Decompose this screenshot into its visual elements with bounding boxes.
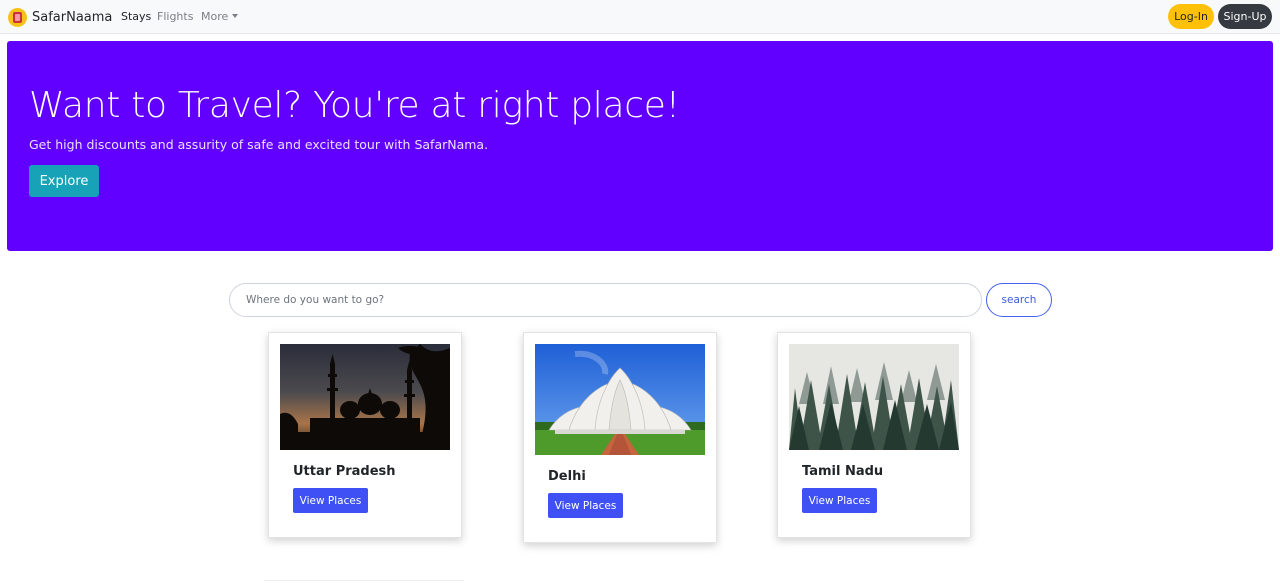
luggage-icon (8, 7, 27, 27)
card-title: Uttar Pradesh (293, 464, 396, 479)
destination-card-tamil-nadu: Tamil Nadu View Places (777, 332, 971, 538)
caret-down-icon (232, 14, 239, 18)
navbar: SafarNaama Stays Flights More Log-In Sig… (0, 0, 1280, 34)
view-places-button[interactable]: View Places (802, 488, 877, 513)
nav-dropdown-more-label: More (201, 10, 229, 23)
view-places-button[interactable]: View Places (548, 493, 623, 518)
card-title: Tamil Nadu (802, 464, 884, 479)
card-title: Delhi (548, 469, 586, 484)
hero-title: Want to Travel? You're at right place! (29, 85, 680, 126)
nav-link-stays[interactable]: Stays (121, 10, 151, 23)
hero-banner: Want to Travel? You're at right place! G… (7, 41, 1273, 251)
destination-search-input[interactable] (229, 283, 982, 317)
login-button[interactable]: Log-In (1168, 4, 1214, 29)
misty-forest-image (789, 344, 959, 450)
view-places-button[interactable]: View Places (293, 488, 368, 513)
lotus-temple-image (535, 344, 705, 455)
destination-card-delhi: Delhi View Places (523, 332, 717, 543)
nav-link-flights[interactable]: Flights (157, 10, 193, 23)
explore-button[interactable]: Explore (29, 165, 99, 197)
brand-name: SafarNaama (32, 9, 113, 25)
next-card-edge (264, 580, 464, 584)
nav-dropdown-more[interactable]: More (201, 10, 239, 23)
signup-button[interactable]: Sign-Up (1218, 4, 1272, 29)
brand-link[interactable]: SafarNaama (8, 7, 112, 27)
hero-subtitle: Get high discounts and assurity of safe … (29, 137, 489, 152)
mosque-silhouette-image (280, 344, 450, 450)
search-button[interactable]: search (986, 283, 1052, 317)
destination-card-uttar-pradesh: Uttar Pradesh View Places (268, 332, 462, 538)
